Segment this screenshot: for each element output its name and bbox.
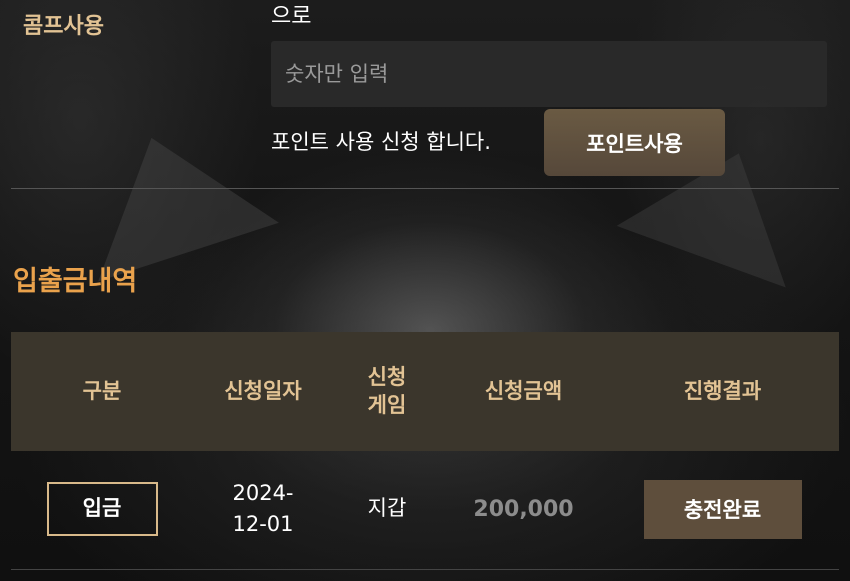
- column-header-game: 신청 게임: [367, 365, 407, 417]
- table-cell-game: 지갑: [367, 496, 407, 521]
- column-header-type: 구분: [82, 378, 122, 403]
- type-badge: 입금: [46, 482, 158, 536]
- table-cell-amount: 200,000: [473, 496, 574, 522]
- comp-section-label: 콤프사용: [23, 14, 104, 39]
- point-amount-input[interactable]: [271, 41, 827, 107]
- table-cell-status: 충전완료: [606, 451, 839, 567]
- apply-text: 포인트 사용 신청 합니다.: [271, 130, 491, 154]
- table-cell-date: 2024- 12-01: [232, 480, 294, 537]
- divider: [11, 188, 839, 189]
- table-cell-type: 입금: [11, 451, 193, 567]
- history-title: 입출금내역: [13, 266, 138, 297]
- content: 콤프사용 으로 포인트 사용 신청 합니다. 포인트사용 입출금내역 구분 신청…: [0, 0, 850, 581]
- table-header: 구분 신청일자 신청 게임 신청금액 진행결과: [11, 332, 839, 451]
- column-header-status: 진행결과: [683, 378, 762, 403]
- divider: [11, 569, 839, 570]
- column-header-amount: 신청금액: [484, 378, 563, 403]
- comp-top-text: 으로: [271, 4, 312, 29]
- status-button[interactable]: 충전완료: [643, 479, 802, 539]
- point-use-button[interactable]: 포인트사용: [544, 109, 725, 176]
- column-header-date: 신청일자: [224, 378, 302, 403]
